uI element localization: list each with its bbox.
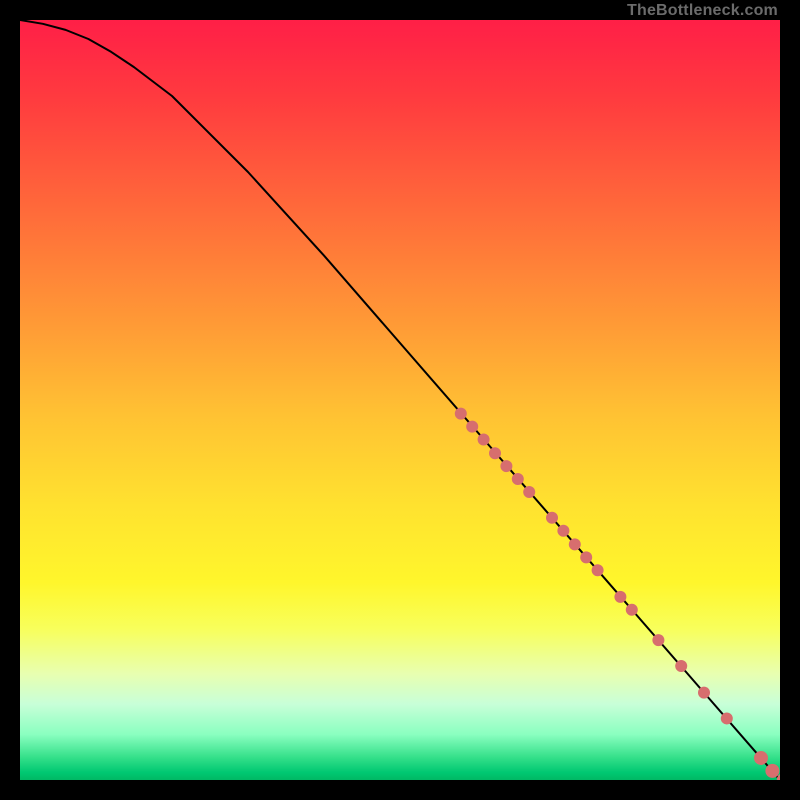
data-point (698, 687, 710, 699)
data-point (652, 634, 664, 646)
data-point (580, 551, 592, 563)
data-point (523, 486, 535, 498)
branding-watermark: TheBottleneck.com (627, 2, 778, 20)
data-point (721, 712, 733, 724)
data-point (455, 408, 467, 420)
data-point (675, 660, 687, 672)
data-point (626, 604, 638, 616)
chart-svg (20, 20, 780, 780)
curve-path (20, 20, 780, 780)
data-point (754, 751, 768, 765)
data-point (478, 434, 490, 446)
data-point (765, 764, 779, 778)
chart-frame: TheBottleneck.com (0, 0, 800, 800)
data-point (569, 538, 581, 550)
data-point (592, 564, 604, 576)
data-point (546, 512, 558, 524)
data-point (614, 591, 626, 603)
data-point (512, 473, 524, 485)
data-point (489, 447, 501, 459)
plot-area: TheBottleneck.com (20, 20, 780, 780)
data-point (557, 525, 569, 537)
data-point (466, 421, 478, 433)
data-point (500, 460, 512, 472)
